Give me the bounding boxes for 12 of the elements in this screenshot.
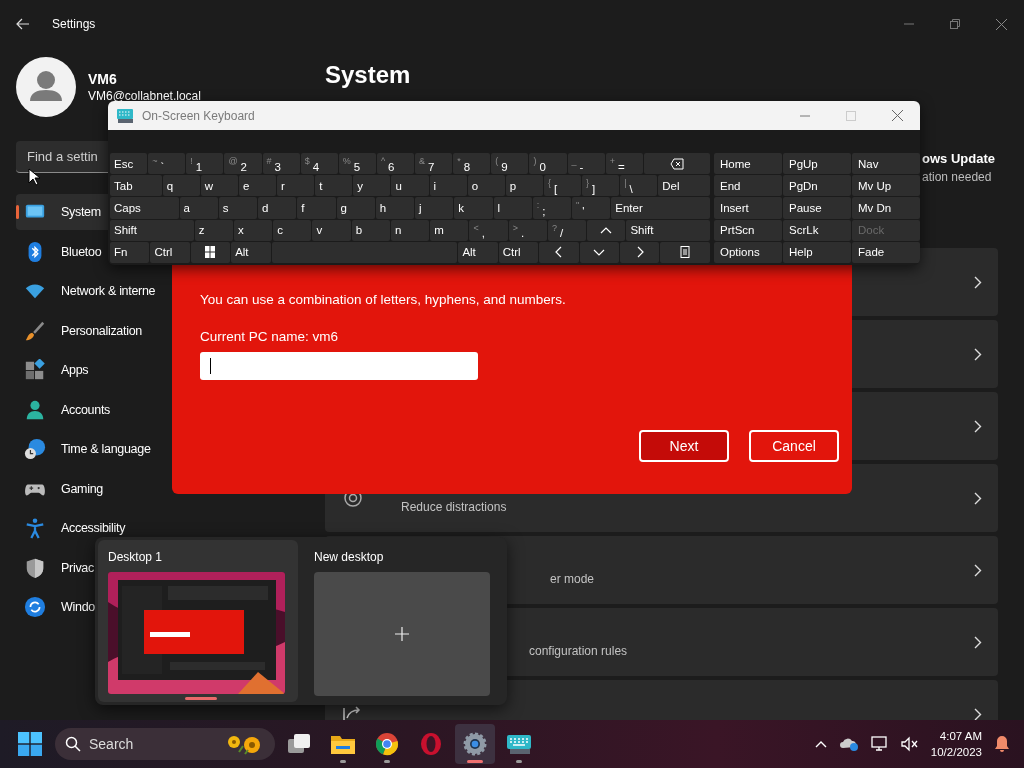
page-title: System <box>325 61 412 90</box>
user-email: VM6@collabnet.local <box>88 89 201 103</box>
current-name-label: Current PC name: vm6 <box>200 329 340 344</box>
dialog-description: You can use a combination of letters, hyphens, and numbers. <box>200 292 567 307</box>
update-title: ows Update <box>922 151 996 166</box>
window-title: Settings <box>52 17 96 31</box>
user-name: VM6 <box>88 71 118 87</box>
card-description: configuration rules <box>529 644 629 658</box>
card-description: er mode <box>550 572 596 586</box>
card-description: Reduce distractions <box>401 500 508 514</box>
window-title: On-Screen Keyboard <box>142 108 255 123</box>
update-status: ation needed <box>922 170 993 184</box>
